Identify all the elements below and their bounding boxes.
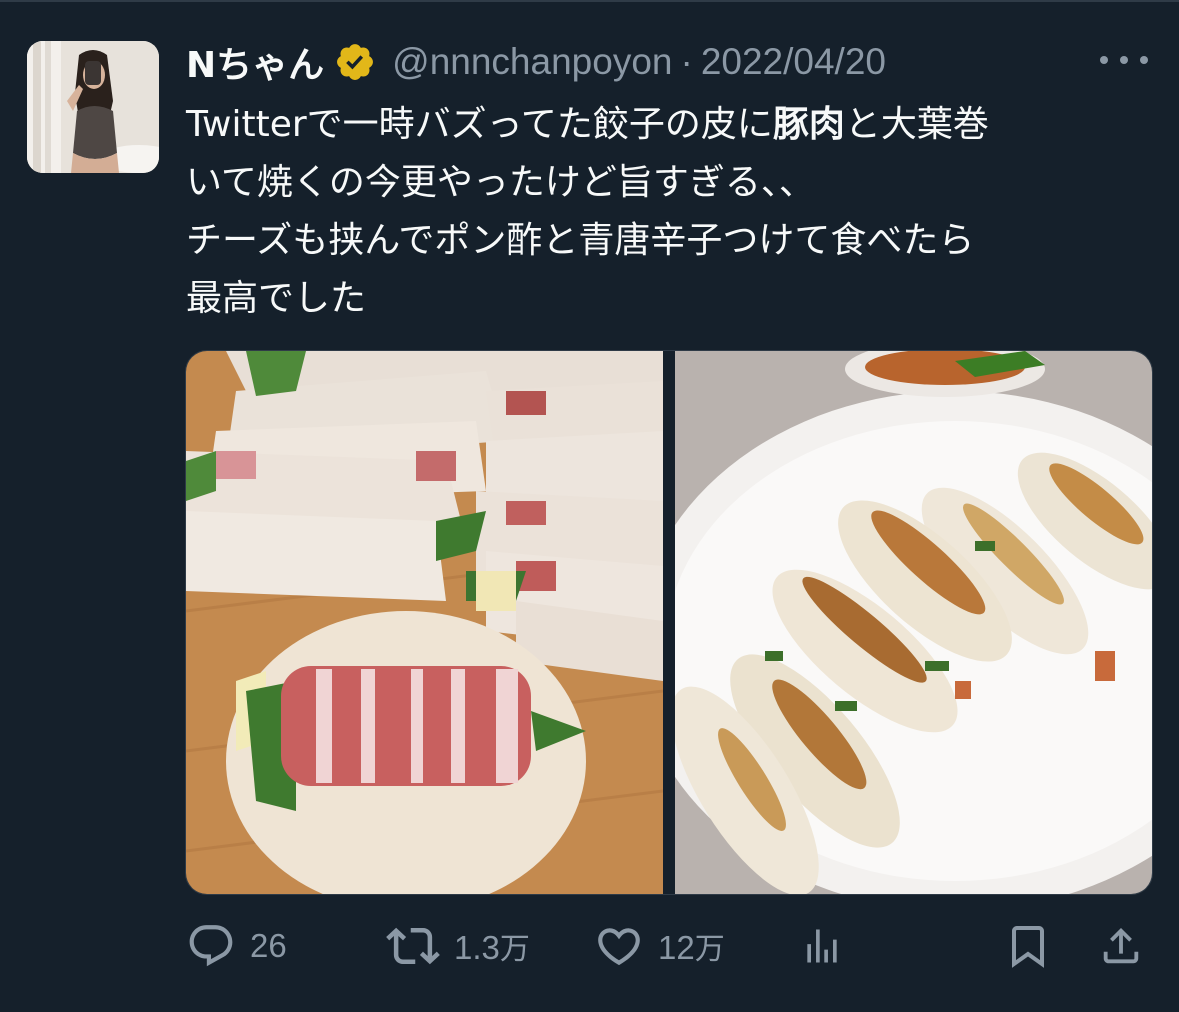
heart-icon xyxy=(594,921,644,971)
photo-fried-gyoza-plate[interactable] xyxy=(675,351,1152,894)
bookmark-icon xyxy=(1004,922,1052,970)
tweet-text-segment: と大葉巻 xyxy=(844,104,989,145)
tweet[interactable]: Nちゃん @nnnchanpoyon · 2022/04/20 Twitterで… xyxy=(0,0,1179,1012)
tweet-text-segment: Twitterで一時バズってた餃子の皮に xyxy=(186,104,773,145)
verified-badge-icon[interactable] xyxy=(334,41,376,83)
reply-icon xyxy=(186,921,236,971)
like-count-number: 12 xyxy=(658,929,695,966)
tweet-media xyxy=(185,350,1153,895)
bookmark-button[interactable] xyxy=(1004,916,1052,976)
analytics-button[interactable] xyxy=(800,916,844,976)
retweet-count-number: 1.3 xyxy=(454,929,500,966)
meta-separator: · xyxy=(680,41,693,82)
tweet-actions: 26 1.3万 12万 xyxy=(186,916,1146,976)
reply-button[interactable]: 26 xyxy=(186,916,287,976)
tweet-text-line-3: チーズも挟んでポン酢と青唐辛子つけて食べたら xyxy=(186,220,975,261)
like-button[interactable]: 12万 xyxy=(594,916,725,976)
share-button[interactable] xyxy=(1098,916,1144,976)
reply-count: 26 xyxy=(250,927,287,964)
tweet-text-line-2: いて焼くの今更やったけど旨すぎる、、 xyxy=(186,162,815,203)
retweet-icon xyxy=(386,919,440,973)
retweet-button[interactable]: 1.3万 xyxy=(386,916,530,976)
tweet-text-line-4: 最高でした xyxy=(186,278,367,319)
retweet-count: 1.3万 xyxy=(454,924,530,968)
photo-rolled-gyoza-wrappers[interactable] xyxy=(186,351,663,894)
tweet-header: Nちゃん @nnnchanpoyon · 2022/04/20 xyxy=(186,34,886,90)
tweet-text-line-1: Twitterで一時バズってた餃子の皮に豚肉と大葉巻 xyxy=(186,96,1156,154)
more-options-icon[interactable] xyxy=(1100,48,1148,72)
like-count-unit: 万 xyxy=(694,932,725,967)
tweet-text-bold: 豚肉 xyxy=(772,104,845,145)
author-handle[interactable]: @nnnchanpoyon xyxy=(392,41,672,83)
tweet-date[interactable]: 2022/04/20 xyxy=(701,41,886,83)
like-count: 12万 xyxy=(658,924,725,968)
analytics-icon xyxy=(800,924,844,968)
author-avatar[interactable] xyxy=(27,41,159,173)
retweet-count-unit: 万 xyxy=(499,932,530,967)
author-display-name[interactable]: Nちゃん xyxy=(186,36,324,88)
share-icon xyxy=(1098,923,1144,969)
tweet-text: Twitterで一時バズってた餃子の皮に豚肉と大葉巻 いて焼くの今更やったけど旨… xyxy=(186,96,1156,328)
